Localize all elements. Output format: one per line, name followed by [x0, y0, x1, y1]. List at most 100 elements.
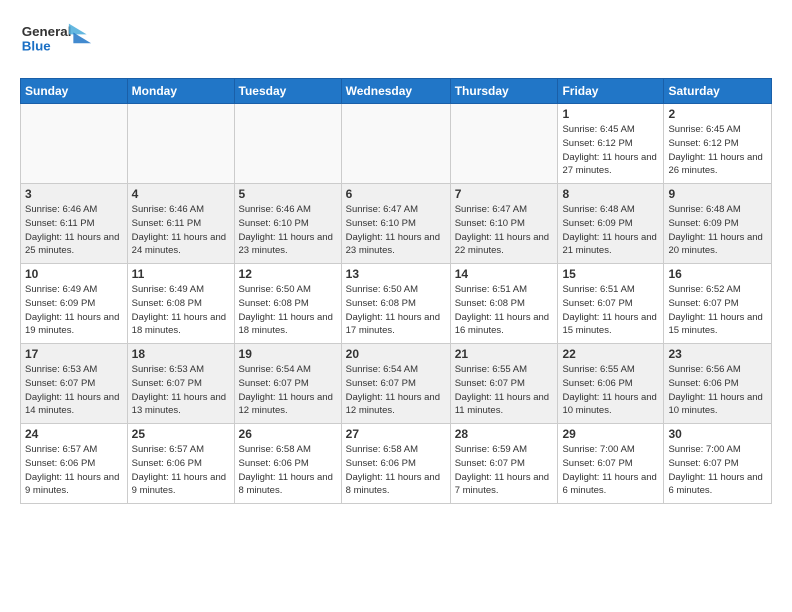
day-number: 29	[562, 427, 659, 441]
day-info: Sunrise: 6:48 AM Sunset: 6:09 PM Dayligh…	[668, 203, 767, 258]
day-info: Sunrise: 6:45 AM Sunset: 6:12 PM Dayligh…	[668, 123, 767, 178]
svg-text:General: General	[22, 24, 72, 39]
day-number: 18	[132, 347, 230, 361]
day-info: Sunrise: 6:49 AM Sunset: 6:09 PM Dayligh…	[25, 283, 123, 338]
day-info: Sunrise: 6:50 AM Sunset: 6:08 PM Dayligh…	[239, 283, 337, 338]
logo: General Blue	[20, 16, 100, 66]
day-info: Sunrise: 6:57 AM Sunset: 6:06 PM Dayligh…	[132, 443, 230, 498]
calendar-header-row: SundayMondayTuesdayWednesdayThursdayFrid…	[21, 79, 772, 104]
day-info: Sunrise: 6:46 AM Sunset: 6:11 PM Dayligh…	[25, 203, 123, 258]
calendar-cell: 1 Sunrise: 6:45 AM Sunset: 6:12 PM Daylig…	[558, 104, 664, 184]
day-info: Sunrise: 6:56 AM Sunset: 6:06 PM Dayligh…	[668, 363, 767, 418]
calendar-cell: 6 Sunrise: 6:47 AM Sunset: 6:10 PM Daylig…	[341, 184, 450, 264]
day-number: 3	[25, 187, 123, 201]
calendar-cell	[21, 104, 128, 184]
calendar-header-monday: Monday	[127, 79, 234, 104]
calendar-cell: 9 Sunrise: 6:48 AM Sunset: 6:09 PM Daylig…	[664, 184, 772, 264]
day-number: 9	[668, 187, 767, 201]
calendar-cell: 15 Sunrise: 6:51 AM Sunset: 6:07 PM Dayli…	[558, 264, 664, 344]
day-number: 26	[239, 427, 337, 441]
day-info: Sunrise: 6:58 AM Sunset: 6:06 PM Dayligh…	[346, 443, 446, 498]
day-number: 1	[562, 107, 659, 121]
calendar-cell: 2Sunrise: 6:45 AM Sunset: 6:12 PM Daylig…	[664, 104, 772, 184]
calendar-cell: 22 Sunrise: 6:55 AM Sunset: 6:06 PM Dayli…	[558, 344, 664, 424]
day-info: Sunrise: 6:46 AM Sunset: 6:11 PM Dayligh…	[132, 203, 230, 258]
day-info: Sunrise: 7:00 AM Sunset: 6:07 PM Dayligh…	[562, 443, 659, 498]
calendar-cell: 10 Sunrise: 6:49 AM Sunset: 6:09 PM Dayli…	[21, 264, 128, 344]
calendar-cell: 20 Sunrise: 6:54 AM Sunset: 6:07 PM Dayli…	[341, 344, 450, 424]
day-number: 20	[346, 347, 446, 361]
day-number: 22	[562, 347, 659, 361]
calendar-header-tuesday: Tuesday	[234, 79, 341, 104]
calendar-cell	[234, 104, 341, 184]
day-number: 27	[346, 427, 446, 441]
calendar-cell: 26 Sunrise: 6:58 AM Sunset: 6:06 PM Dayli…	[234, 424, 341, 504]
day-info: Sunrise: 6:50 AM Sunset: 6:08 PM Dayligh…	[346, 283, 446, 338]
day-info: Sunrise: 6:53 AM Sunset: 6:07 PM Dayligh…	[25, 363, 123, 418]
calendar-cell: 28Sunrise: 6:59 AM Sunset: 6:07 PM Dayli…	[450, 424, 558, 504]
day-info: Sunrise: 6:55 AM Sunset: 6:07 PM Dayligh…	[455, 363, 554, 418]
day-info: Sunrise: 6:55 AM Sunset: 6:06 PM Dayligh…	[562, 363, 659, 418]
day-info: Sunrise: 6:51 AM Sunset: 6:08 PM Dayligh…	[455, 283, 554, 338]
calendar-header-thursday: Thursday	[450, 79, 558, 104]
day-number: 25	[132, 427, 230, 441]
calendar-cell: 7 Sunrise: 6:47 AM Sunset: 6:10 PM Daylig…	[450, 184, 558, 264]
day-info: Sunrise: 6:47 AM Sunset: 6:10 PM Dayligh…	[455, 203, 554, 258]
day-info: Sunrise: 6:53 AM Sunset: 6:07 PM Dayligh…	[132, 363, 230, 418]
calendar-week-row: 3 Sunrise: 6:46 AM Sunset: 6:11 PM Daylig…	[21, 184, 772, 264]
day-number: 6	[346, 187, 446, 201]
day-number: 13	[346, 267, 446, 281]
calendar-cell: 24 Sunrise: 6:57 AM Sunset: 6:06 PM Dayli…	[21, 424, 128, 504]
calendar-cell: 29 Sunrise: 7:00 AM Sunset: 6:07 PM Dayli…	[558, 424, 664, 504]
day-info: Sunrise: 6:54 AM Sunset: 6:07 PM Dayligh…	[346, 363, 446, 418]
calendar-week-row: 24 Sunrise: 6:57 AM Sunset: 6:06 PM Dayli…	[21, 424, 772, 504]
calendar-cell: 11 Sunrise: 6:49 AM Sunset: 6:08 PM Dayli…	[127, 264, 234, 344]
calendar-cell: 21Sunrise: 6:55 AM Sunset: 6:07 PM Dayli…	[450, 344, 558, 424]
calendar-header-friday: Friday	[558, 79, 664, 104]
calendar-week-row: 1 Sunrise: 6:45 AM Sunset: 6:12 PM Daylig…	[21, 104, 772, 184]
day-number: 28	[455, 427, 554, 441]
calendar-week-row: 17 Sunrise: 6:53 AM Sunset: 6:07 PM Dayli…	[21, 344, 772, 424]
day-number: 30	[668, 427, 767, 441]
calendar-cell: 30 Sunrise: 7:00 AM Sunset: 6:07 PM Dayli…	[664, 424, 772, 504]
calendar-cell: 27 Sunrise: 6:58 AM Sunset: 6:06 PM Dayli…	[341, 424, 450, 504]
day-info: Sunrise: 6:51 AM Sunset: 6:07 PM Dayligh…	[562, 283, 659, 338]
day-info: Sunrise: 7:00 AM Sunset: 6:07 PM Dayligh…	[668, 443, 767, 498]
day-number: 23	[668, 347, 767, 361]
page-header: General Blue	[20, 16, 772, 66]
calendar-cell: 16 Sunrise: 6:52 AM Sunset: 6:07 PM Dayli…	[664, 264, 772, 344]
day-info: Sunrise: 6:54 AM Sunset: 6:07 PM Dayligh…	[239, 363, 337, 418]
calendar-table: SundayMondayTuesdayWednesdayThursdayFrid…	[20, 78, 772, 504]
day-number: 12	[239, 267, 337, 281]
calendar-cell: 23 Sunrise: 6:56 AM Sunset: 6:06 PM Dayli…	[664, 344, 772, 424]
day-number: 24	[25, 427, 123, 441]
day-number: 5	[239, 187, 337, 201]
calendar-cell	[127, 104, 234, 184]
svg-text:Blue: Blue	[22, 38, 51, 53]
day-info: Sunrise: 6:47 AM Sunset: 6:10 PM Dayligh…	[346, 203, 446, 258]
day-number: 4	[132, 187, 230, 201]
calendar-cell: 12 Sunrise: 6:50 AM Sunset: 6:08 PM Dayli…	[234, 264, 341, 344]
day-number: 19	[239, 347, 337, 361]
day-number: 15	[562, 267, 659, 281]
day-info: Sunrise: 6:45 AM Sunset: 6:12 PM Dayligh…	[562, 123, 659, 178]
day-number: 17	[25, 347, 123, 361]
calendar-cell	[341, 104, 450, 184]
calendar-header-sunday: Sunday	[21, 79, 128, 104]
day-number: 10	[25, 267, 123, 281]
day-info: Sunrise: 6:52 AM Sunset: 6:07 PM Dayligh…	[668, 283, 767, 338]
calendar-cell: 4 Sunrise: 6:46 AM Sunset: 6:11 PM Daylig…	[127, 184, 234, 264]
calendar-cell: 17 Sunrise: 6:53 AM Sunset: 6:07 PM Dayli…	[21, 344, 128, 424]
calendar-cell	[450, 104, 558, 184]
day-number: 16	[668, 267, 767, 281]
day-info: Sunrise: 6:58 AM Sunset: 6:06 PM Dayligh…	[239, 443, 337, 498]
day-number: 11	[132, 267, 230, 281]
calendar-cell: 25 Sunrise: 6:57 AM Sunset: 6:06 PM Dayli…	[127, 424, 234, 504]
day-number: 14	[455, 267, 554, 281]
day-info: Sunrise: 6:57 AM Sunset: 6:06 PM Dayligh…	[25, 443, 123, 498]
day-number: 7	[455, 187, 554, 201]
day-number: 8	[562, 187, 659, 201]
day-info: Sunrise: 6:48 AM Sunset: 6:09 PM Dayligh…	[562, 203, 659, 258]
day-info: Sunrise: 6:49 AM Sunset: 6:08 PM Dayligh…	[132, 283, 230, 338]
calendar-cell: 8 Sunrise: 6:48 AM Sunset: 6:09 PM Daylig…	[558, 184, 664, 264]
